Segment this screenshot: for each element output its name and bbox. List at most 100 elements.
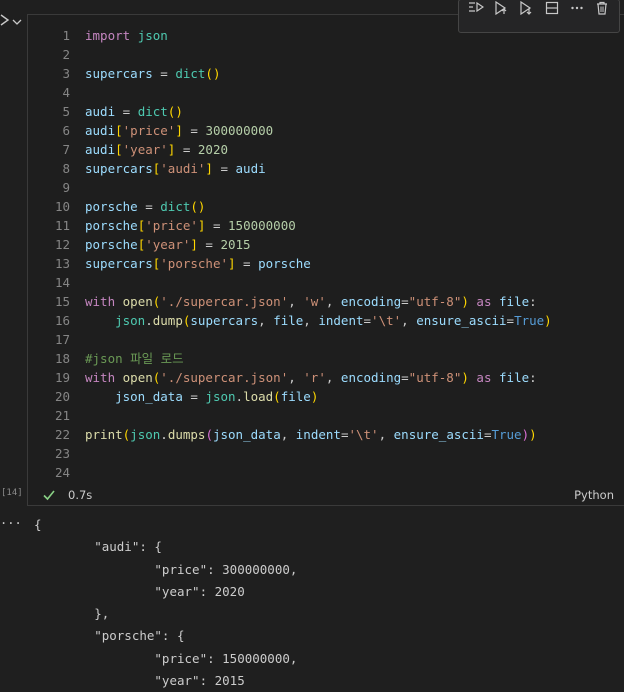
chevron-down-icon[interactable]: [12, 15, 22, 30]
code-token: porsche: [85, 218, 138, 233]
code-token: audi: [235, 161, 266, 176]
execute-above-icon[interactable]: [492, 0, 510, 16]
code-line[interactable]: 10 porsche = dict(): [28, 197, 624, 216]
code-token: =: [115, 104, 138, 119]
code-token: json: [130, 427, 161, 442]
code-token: json_data: [115, 389, 183, 404]
line-source: audi = dict(): [85, 102, 183, 121]
code-token: ]: [175, 123, 183, 138]
success-check-icon: [42, 488, 56, 502]
code-token: 'porsche': [160, 256, 228, 271]
code-token: 2015: [220, 237, 251, 252]
code-token: porsche: [85, 199, 138, 214]
run-icon[interactable]: [0, 14, 10, 30]
line-number: 14: [54, 275, 70, 290]
code-line[interactable]: 14: [28, 273, 624, 292]
code-token: =: [182, 389, 206, 404]
line-source: audi['year'] = 2020: [85, 140, 228, 159]
line-number: 5: [62, 104, 70, 119]
code-token: load: [243, 389, 274, 404]
code-line[interactable]: 11 porsche['price'] = 150000000: [28, 216, 624, 235]
line-number: 12: [54, 237, 70, 252]
code-token: print: [85, 427, 123, 442]
code-token: =: [401, 294, 409, 309]
code-line[interactable]: 5 audi = dict(): [28, 102, 624, 121]
code-token: supercars: [190, 313, 259, 328]
code-token: 'price': [122, 123, 176, 138]
line-source: porsche['year'] = 2015: [85, 235, 251, 254]
code-editor[interactable]: 1 import json 2 3 supercars = dict() 4 5 audi =…: [28, 26, 624, 482]
code-token: indent: [295, 427, 341, 442]
code-token: =: [175, 142, 198, 157]
line-source: audi['price'] = 300000000: [85, 121, 273, 140]
code-cell[interactable]: 1 import json 2 3 supercars = dict() 4 5 audi =…: [27, 0, 624, 506]
code-line[interactable]: 21: [28, 406, 624, 425]
code-line[interactable]: 23: [28, 444, 624, 463]
line-number: 16: [54, 313, 70, 328]
split-cell-icon[interactable]: [543, 0, 561, 16]
code-line[interactable]: 7 audi['year'] = 2020: [28, 140, 624, 159]
code-line[interactable]: 20 json_data = json.load(file): [28, 387, 624, 406]
code-token: 150000000: [228, 218, 296, 233]
line-number: 24: [54, 465, 70, 480]
more-actions-icon[interactable]: [568, 0, 586, 16]
code-token: ,: [325, 370, 341, 385]
line-source: with open('./supercar.json', 'r', encodi…: [85, 368, 537, 387]
line-number: 3: [62, 66, 70, 81]
line-number: 11: [54, 218, 70, 233]
code-line[interactable]: 3 supercars = dict(): [28, 64, 624, 83]
line-source: json.dump(supercars, file, indent='\t', …: [85, 311, 552, 330]
output-line: {: [34, 517, 42, 532]
code-line[interactable]: 4: [28, 83, 624, 102]
code-token: .: [145, 313, 153, 328]
code-line[interactable]: 24: [28, 463, 624, 482]
code-token: ]: [190, 237, 198, 252]
language-selector[interactable]: Python: [574, 488, 614, 502]
code-token: (: [205, 427, 213, 442]
code-token: 'audi': [160, 161, 206, 176]
code-token: dict: [175, 66, 206, 81]
run-by-line-icon[interactable]: [467, 0, 485, 16]
line-source: porsche['price'] = 150000000: [85, 216, 296, 235]
code-token: porsche: [258, 256, 311, 271]
code-token: ): [521, 427, 530, 442]
code-line[interactable]: 19 with open('./supercar.json', 'r', enco…: [28, 368, 624, 387]
output-more-button[interactable]: ...: [0, 513, 22, 527]
line-source: with open('./supercar.json', 'w', encodi…: [85, 292, 537, 311]
code-token: supercars: [85, 161, 153, 176]
run-cell-control[interactable]: [0, 14, 22, 30]
code-token: =: [205, 218, 229, 233]
code-token: dict: [137, 104, 168, 119]
execute-below-icon[interactable]: [517, 0, 535, 16]
code-line[interactable]: 17: [28, 330, 624, 349]
code-token: =: [152, 66, 176, 81]
code-token: [: [115, 142, 123, 157]
code-line[interactable]: 12 porsche['year'] = 2015: [28, 235, 624, 254]
code-token: True: [491, 427, 522, 442]
code-line[interactable]: 13 supercars['porsche'] = porsche: [28, 254, 624, 273]
code-line[interactable]: 9: [28, 178, 624, 197]
output-line: "price": 150000000,: [34, 650, 298, 666]
code-line[interactable]: 1 import json: [28, 26, 624, 45]
code-token: [: [115, 123, 123, 138]
code-token: =: [197, 237, 221, 252]
delete-cell-icon[interactable]: [593, 0, 611, 16]
code-line[interactable]: 8 supercars['audi'] = audi: [28, 159, 624, 178]
code-line[interactable]: 18 #json 파일 로드: [28, 349, 624, 368]
code-token: porsche: [85, 237, 138, 252]
code-token: ,: [378, 427, 394, 442]
code-line[interactable]: 22 print(json.dumps(json_data, indent='\t…: [28, 425, 624, 444]
code-token: '\t': [348, 427, 379, 442]
code-token: 'w': [303, 294, 326, 309]
code-token: ,: [288, 294, 304, 309]
code-token: ): [529, 427, 537, 442]
code-line[interactable]: 2: [28, 45, 624, 64]
code-line[interactable]: 16 json.dump(supercars, file, indent='\t…: [28, 311, 624, 330]
code-line[interactable]: 6 audi['price'] = 300000000: [28, 121, 624, 140]
code-token: file: [280, 389, 311, 404]
code-line[interactable]: 15 with open('./supercar.json', 'w', enco…: [28, 292, 624, 311]
